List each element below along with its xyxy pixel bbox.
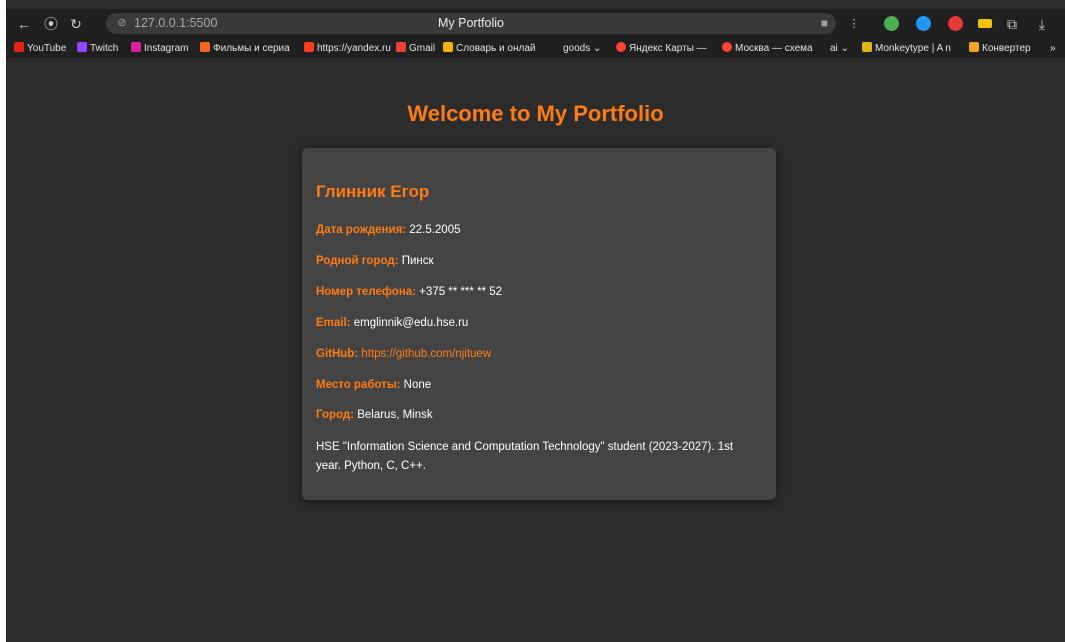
instagram-icon bbox=[131, 42, 141, 52]
field-home-town: Родной город: Пинск bbox=[316, 255, 434, 267]
yandex-icon bbox=[304, 42, 314, 52]
chevron-down-icon: ⌄ bbox=[840, 43, 849, 54]
browser-window: ← ⦿ ↻ ⊘ 127.0.0.1:5500 My Portfolio ■ ⋮ … bbox=[6, 0, 1065, 642]
address-bar[interactable]: ⊘ 127.0.0.1:5500 My Portfolio ■ bbox=[106, 13, 836, 34]
maps-pin-icon bbox=[616, 42, 626, 52]
field-label: Дата рождения: bbox=[316, 224, 407, 236]
field-label: Email: bbox=[316, 317, 351, 329]
more-bookmarks-icon[interactable]: » bbox=[1050, 39, 1056, 58]
field-value: Пинск bbox=[401, 255, 434, 267]
bookmark-folder-ai[interactable]: ai ⌄ bbox=[830, 39, 849, 58]
field-value: emglinnik@edu.hse.ru bbox=[353, 317, 469, 329]
profile-name: Глинник Егор bbox=[316, 182, 430, 201]
shield-icon[interactable]: ⦿ bbox=[41, 14, 61, 34]
bookmark-monkeytype[interactable]: Monkeytype | A n bbox=[862, 39, 962, 58]
field-label: GitHub: bbox=[316, 348, 359, 360]
field-birth-date: Дата рождения: 22.5.2005 bbox=[316, 224, 461, 236]
field-label: Родной город: bbox=[316, 255, 399, 267]
field-label: Место работы: bbox=[316, 379, 401, 391]
bookmark-films[interactable]: Фильмы и сериа bbox=[200, 39, 296, 58]
field-phone: Номер телефона: +375 ** *** ** 52 bbox=[316, 286, 502, 298]
page-heading: Welcome to My Portfolio bbox=[407, 101, 664, 126]
bookmark-instagram[interactable]: Instagram bbox=[131, 39, 188, 58]
page-content: Welcome to My Portfolio Глинник Егор Дат… bbox=[6, 58, 1065, 642]
field-label: Город: bbox=[316, 409, 354, 421]
bookmark-dictionary[interactable]: Словарь и онлай bbox=[443, 39, 547, 58]
download-icon[interactable]: ⤓ bbox=[1032, 14, 1052, 34]
profile-card: Глинник Егор Дата рождения: 22.5.2005 Ро… bbox=[302, 148, 776, 500]
field-value: 22.5.2005 bbox=[409, 224, 461, 236]
maps-pin-icon bbox=[722, 42, 732, 52]
github-link[interactable]: https://github.com/njituew bbox=[361, 348, 491, 360]
menu-icon[interactable]: ⋮ bbox=[844, 14, 864, 34]
reload-icon[interactable]: ↻ bbox=[66, 14, 86, 34]
field-email: Email: emglinnik@edu.hse.ru bbox=[316, 317, 468, 329]
extension-shazam-icon[interactable] bbox=[916, 16, 931, 31]
field-value: None bbox=[403, 379, 432, 391]
extension-vpn-icon[interactable] bbox=[884, 16, 899, 31]
site-info-icon[interactable]: ⊘ bbox=[114, 13, 130, 34]
youtube-icon bbox=[14, 42, 24, 52]
bookmark-folder-goods[interactable]: goods ⌄ bbox=[563, 39, 601, 58]
bookmarks-bar: YouTube Twitch Instagram Фильмы и сериа … bbox=[6, 39, 1065, 58]
field-city: Город: Belarus, Minsk bbox=[316, 409, 433, 421]
field-label: Номер телефона: bbox=[316, 286, 416, 298]
dictionary-icon bbox=[443, 42, 453, 52]
browser-toolbar: ← ⦿ ↻ ⊘ 127.0.0.1:5500 My Portfolio ■ ⋮ … bbox=[6, 9, 1065, 39]
field-value: +375 ** *** ** 52 bbox=[419, 286, 503, 298]
field-value: Belarus, Minsk bbox=[357, 409, 433, 421]
monkeytype-icon bbox=[862, 42, 872, 52]
extension-record-icon[interactable] bbox=[948, 16, 963, 31]
bookmark-moscow-map[interactable]: Москва — схема bbox=[722, 39, 824, 58]
bookmark-yandex[interactable]: https://yandex.ru bbox=[304, 39, 396, 58]
battery-icon[interactable] bbox=[978, 19, 992, 28]
back-icon[interactable]: ← bbox=[14, 14, 34, 34]
field-github: GitHub: https://github.com/njituew bbox=[316, 348, 491, 360]
url-text[interactable]: 127.0.0.1:5500 bbox=[134, 13, 217, 34]
twitch-icon bbox=[77, 42, 87, 52]
converter-icon bbox=[969, 42, 979, 52]
bookmark-gmail[interactable]: Gmail bbox=[396, 39, 435, 58]
bookmark-yandex-maps[interactable]: Яндекс Карты — bbox=[616, 39, 714, 58]
kinopoisk-icon bbox=[200, 42, 210, 52]
bookmark-youtube[interactable]: YouTube bbox=[14, 39, 66, 58]
field-workplace: Место работы: None bbox=[316, 379, 431, 391]
bookmark-converter[interactable]: Конвертер bbox=[969, 39, 1047, 58]
bookmark-icon[interactable]: ■ bbox=[821, 13, 828, 34]
profile-bio: HSE "Information Science and Computation… bbox=[316, 441, 734, 472]
chevron-down-icon: ⌄ bbox=[593, 43, 602, 54]
extensions-icon[interactable]: ⧉ bbox=[1002, 14, 1022, 34]
bookmark-twitch[interactable]: Twitch bbox=[77, 39, 118, 58]
gmail-icon bbox=[396, 42, 406, 52]
